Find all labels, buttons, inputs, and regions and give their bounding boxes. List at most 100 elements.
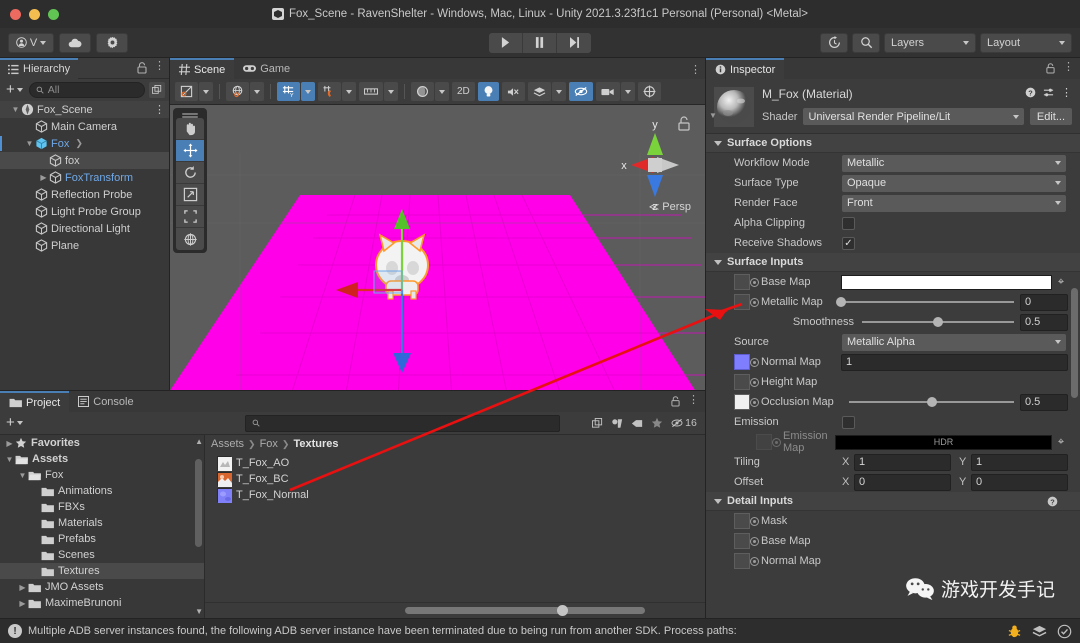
receive-shadows-checkbox[interactable]: ✓: [842, 236, 855, 250]
audio-toggle[interactable]: [501, 82, 525, 101]
breadcrumb[interactable]: Assets ❯ Fox ❯ Textures: [205, 435, 705, 453]
camera-settings[interactable]: [595, 82, 620, 101]
project-tree-item-fox[interactable]: ▼ Fox: [0, 467, 204, 483]
scene-viewport[interactable]: y z x ≪ Persp: [170, 105, 705, 390]
2d-toggle[interactable]: 2D: [452, 82, 475, 101]
minimize-window-button[interactable]: [29, 9, 40, 20]
collapse-triangle-icon[interactable]: [714, 498, 722, 504]
hierarchy-tree[interactable]: ▼ Fox_Scene ⋮ Main Camera ▼ Fox ❯ fox ▶ FoxTransf…: [0, 101, 169, 390]
material-menu-icon[interactable]: ⋮: [1061, 87, 1072, 98]
project-tree-item-scenes[interactable]: Scenes: [0, 547, 204, 563]
smoothness-slider[interactable]: [862, 314, 1014, 331]
hidden-packages-count[interactable]: 16: [667, 415, 701, 431]
check-icon[interactable]: [1057, 624, 1072, 639]
scene-projection-label[interactable]: ≪ Persp: [649, 201, 691, 213]
prefab-open-arrow-icon[interactable]: ❯: [75, 138, 83, 149]
tab-hierarchy[interactable]: Hierarchy: [0, 57, 79, 79]
hierarchy-item-fox-scene[interactable]: ▼ Fox_Scene ⋮: [0, 101, 169, 118]
close-window-button[interactable]: [10, 9, 21, 20]
filter-label-button[interactable]: [627, 415, 647, 431]
metallic-map-value-field[interactable]: 0: [1020, 293, 1068, 311]
account-button[interactable]: V: [8, 32, 54, 53]
tiling-x-field[interactable]: 1: [854, 453, 951, 471]
asset-item-t_fox_normal[interactable]: T_Fox_Normal: [205, 487, 705, 503]
status-bar[interactable]: ! Multiple ADB server instances found, t…: [0, 618, 1080, 643]
occlusion-map-slider-knob[interactable]: [926, 397, 937, 407]
window-controls[interactable]: [10, 9, 59, 20]
texture-slot-empty[interactable]: [734, 294, 750, 310]
base-map-color-field[interactable]: [841, 274, 1052, 290]
tab-console[interactable]: Console: [69, 391, 142, 412]
scene-view-toolbar[interactable]: Y 2D: [170, 79, 705, 105]
hierarchy-menu-icon[interactable]: ⋮: [154, 61, 165, 74]
cloud-services-button[interactable]: [59, 32, 91, 53]
offset-y-field[interactable]: 0: [971, 473, 1068, 491]
project-search-input[interactable]: [244, 414, 560, 432]
scene-tool-palette[interactable]: [173, 108, 207, 253]
filter-type-button[interactable]: [607, 415, 627, 431]
normal-map-radio[interactable]: [750, 357, 759, 367]
project-tree-item-assets[interactable]: ▼ Assets: [0, 451, 204, 467]
zoom-slider-knob[interactable]: [557, 605, 568, 616]
collapse-arrow-icon[interactable]: ▼: [4, 455, 15, 464]
hierarchy-item-plane[interactable]: Plane: [0, 237, 169, 254]
eyedropper-icon[interactable]: ⌖: [1054, 276, 1068, 289]
shading-mode-dropdown[interactable]: [435, 82, 449, 101]
tab-game[interactable]: Game: [234, 58, 299, 79]
inspector-menu-icon[interactable]: ⋮: [1063, 62, 1074, 74]
draw-mode-dropdown[interactable]: [175, 82, 198, 101]
collapse-arrow-icon[interactable]: ▼: [17, 471, 28, 480]
grid-visibility-dropdown[interactable]: [301, 82, 315, 101]
texture-slot-ao[interactable]: [734, 394, 750, 410]
project-tree-scrollbar[interactable]: [195, 459, 202, 547]
mask-radio[interactable]: [750, 516, 759, 526]
occlusion-map-slider[interactable]: [849, 394, 1014, 411]
project-tree-item-animations[interactable]: Animations: [0, 483, 204, 499]
hierarchy-item-directional-light[interactable]: Directional Light: [0, 220, 169, 237]
project-tree-item-favorites[interactable]: ▶ Favorites: [0, 435, 204, 451]
hierarchy-search-input[interactable]: All: [28, 82, 145, 98]
pause-button[interactable]: [523, 32, 557, 53]
emission-map-slot[interactable]: [756, 434, 772, 450]
tool-palette-grip[interactable]: [182, 113, 198, 115]
lighting-toggle[interactable]: [477, 82, 499, 101]
project-tree-item-textures[interactable]: Textures: [0, 563, 204, 579]
breadcrumb-item-assets[interactable]: Assets: [211, 438, 244, 450]
asset-item-t_fox_ao[interactable]: T_Fox_AO: [205, 455, 705, 471]
project-tree-item-prefabs[interactable]: Prefabs: [0, 531, 204, 547]
inspector-scrollbar[interactable]: [1071, 288, 1078, 398]
collapse-triangle-icon[interactable]: [714, 140, 722, 146]
workflow-mode-dropdown[interactable]: Metallic: [842, 154, 1066, 172]
hidden-objects-toggle[interactable]: [568, 82, 593, 101]
alpha-clipping-checkbox[interactable]: [842, 216, 855, 230]
grid-size-dropdown[interactable]: [384, 82, 398, 101]
project-tree-item-maximebrunoni[interactable]: ▶ MaximeBrunoni: [0, 595, 204, 611]
transform-tool[interactable]: [176, 228, 204, 250]
texture-slot-empty[interactable]: [734, 274, 750, 290]
texture-slot-normal[interactable]: [734, 354, 750, 370]
snap-increment-dropdown[interactable]: [342, 82, 356, 101]
shading-mode[interactable]: [411, 82, 434, 101]
hierarchy-item-light-probe-group[interactable]: Light Probe Group: [0, 203, 169, 220]
help-icon[interactable]: ?: [1047, 496, 1058, 507]
draw-mode-dropdown-dropdown[interactable]: [199, 82, 213, 101]
expand-arrow-icon[interactable]: ▶: [17, 599, 28, 608]
scroll-down-arrow-icon[interactable]: ▼: [195, 607, 203, 616]
tiling-y-field[interactable]: 1: [971, 453, 1068, 471]
normal-map-radio[interactable]: [750, 556, 759, 566]
project-tree-item-jmo-assets[interactable]: ▶ JMO Assets: [0, 579, 204, 595]
texture-slot-empty[interactable]: [734, 513, 750, 529]
hierarchy-item-main-camera[interactable]: Main Camera: [0, 118, 169, 135]
height-map-radio[interactable]: [750, 377, 759, 387]
tab-inspector[interactable]: Inspector: [706, 58, 785, 79]
base-map-radio[interactable]: [750, 277, 759, 287]
occlusion-map-radio[interactable]: [750, 397, 759, 407]
settings-button[interactable]: [96, 32, 128, 53]
save-search-button[interactable]: [587, 415, 607, 431]
asset-item-t_fox_bc[interactable]: T_Fox_BC: [205, 471, 705, 487]
lock-icon[interactable]: [1046, 63, 1055, 74]
shader-dropdown[interactable]: Universal Render Pipeline/Lit: [803, 108, 1024, 125]
camera-settings-dropdown[interactable]: [620, 82, 635, 101]
smoothness-slider-knob[interactable]: [933, 317, 943, 327]
grid-size[interactable]: [359, 82, 383, 101]
